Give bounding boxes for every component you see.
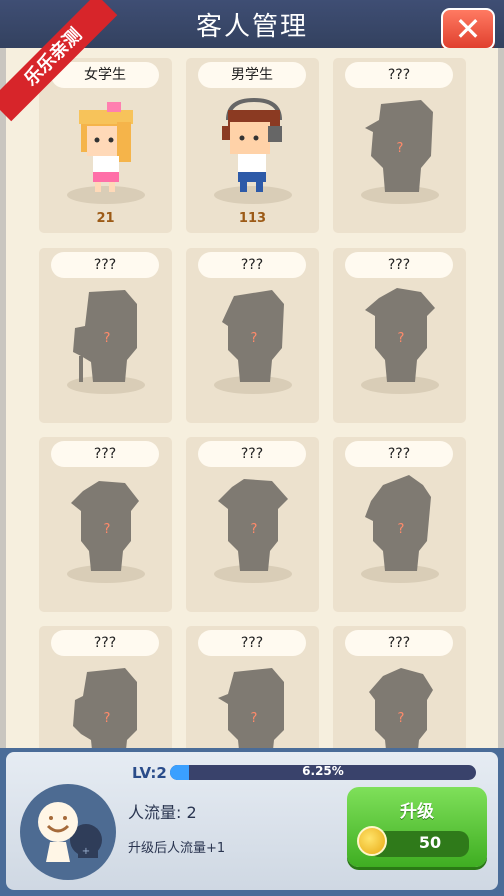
guest-name: ??? [51, 441, 159, 467]
coin-icon [357, 826, 387, 856]
locked-guest-silhouette: ? [222, 290, 284, 382]
locked-guest-silhouette: ? [218, 668, 284, 750]
male-student-character [222, 97, 282, 192]
question-mark: ? [398, 331, 405, 346]
guest-card-locked[interactable]: ??? ? [186, 248, 319, 423]
guest-card-locked[interactable]: ??? ? [186, 437, 319, 612]
guest-name: ??? [345, 441, 453, 467]
guest-card-locked[interactable]: ??? ? [39, 248, 172, 423]
guest-name: ??? [345, 62, 453, 88]
guest-card-locked[interactable]: ??? ? [333, 58, 466, 233]
question-mark: ? [398, 522, 405, 537]
upgrade-button[interactable]: 升级 50 [347, 787, 487, 867]
question-mark: ? [398, 711, 405, 726]
level-label: LV:2 [132, 764, 167, 782]
guest-count: 21 [96, 211, 115, 226]
guest-name: 女学生 [51, 62, 159, 88]
guest-name: ??? [198, 630, 306, 656]
question-mark: ? [104, 331, 111, 346]
question-mark: ? [104, 711, 111, 726]
question-mark: ? [104, 522, 111, 537]
female-student-character [79, 102, 133, 192]
question-mark: ? [251, 331, 258, 346]
upgrade-hint: 升级后人流量+1 [128, 841, 226, 856]
close-icon: ✕ [454, 10, 482, 48]
locked-guest-silhouette: ? [218, 479, 288, 571]
question-mark: ? [397, 141, 404, 156]
guest-name: ??? [51, 252, 159, 278]
guest-card-locked[interactable]: ??? ? [333, 626, 466, 750]
guest-name: ??? [198, 252, 306, 278]
guest-name: ??? [345, 252, 453, 278]
upgrade-price: 50 [418, 833, 442, 852]
locked-guest-silhouette: ? [71, 481, 139, 571]
guest-count: 113 [238, 211, 267, 226]
guest-grid: 女学生 21 男学生 113 ??? ? ??? ? ??? ? ??? ? ?… [6, 48, 498, 750]
locked-guest-silhouette: ? [365, 100, 433, 192]
guest-card-locked[interactable]: ??? ? [333, 248, 466, 423]
guest-card-locked[interactable]: ??? ? [39, 626, 172, 750]
level-progress-text: 6.25% [302, 765, 344, 778]
locked-guest-silhouette: ? [365, 288, 435, 382]
question-mark: ? [251, 711, 258, 726]
close-button[interactable]: ✕ [441, 8, 495, 50]
guest-name: ??? [198, 441, 306, 467]
locked-guest-silhouette: ? [73, 668, 137, 750]
guest-card-locked[interactable]: ??? ? [39, 437, 172, 612]
question-mark: ? [251, 522, 258, 537]
svg-text:+: + [82, 846, 90, 857]
upgrade-label: 升级 [400, 802, 434, 822]
guest-name: 男学生 [198, 62, 306, 88]
guest-name: ??? [345, 630, 453, 656]
level-progress-bar: 6.25% [170, 765, 476, 780]
guest-card-female-student[interactable]: 女学生 21 [39, 58, 172, 233]
guest-card-locked[interactable]: ??? ? [333, 437, 466, 612]
guest-card-locked[interactable]: ??? ? [186, 626, 319, 750]
locked-guest-silhouette: ? [365, 475, 431, 571]
guest-card-male-student[interactable]: 男学生 113 [186, 58, 319, 233]
guest-name: ??? [51, 630, 159, 656]
locked-guest-silhouette: ? [369, 668, 433, 750]
smiley-icon: + [38, 802, 102, 862]
locked-guest-silhouette: ? [73, 290, 137, 382]
guest-flow-avatar: + [20, 784, 116, 880]
guest-flow-label: 人流量: 2 [128, 803, 197, 822]
